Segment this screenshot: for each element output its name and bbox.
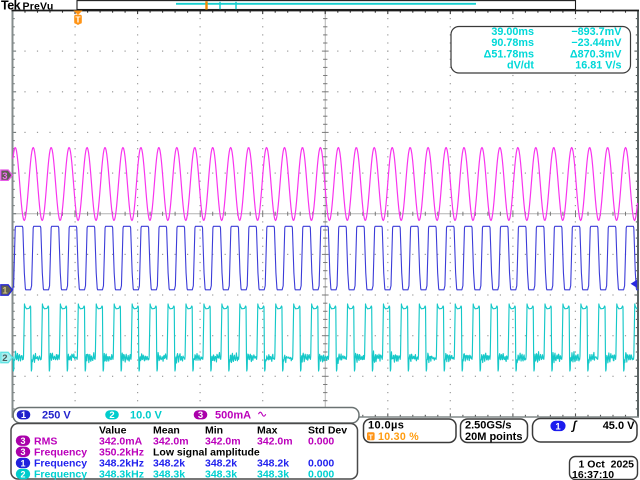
svg-text:3: 3 [20,436,25,446]
svg-text:39.00ms: 39.00ms [491,26,534,38]
svg-text:3: 3 [20,447,25,457]
svg-text:0.000: 0.000 [308,435,334,447]
svg-text:45.0 V: 45.0 V [603,420,635,432]
svg-text:1: 1 [2,286,8,297]
svg-text:16.81 V/s: 16.81 V/s [575,60,621,72]
svg-text:1: 1 [20,458,25,468]
svg-text:Δ870.3mV: Δ870.3mV [570,48,622,60]
svg-text:348.3kHz: 348.3kHz [99,469,144,480]
svg-text:T: T [75,15,81,25]
svg-text:3: 3 [2,171,7,182]
svg-text:Tek: Tek [1,0,21,13]
svg-text:2.50GS/s: 2.50GS/s [465,420,511,432]
svg-text:10.0µs: 10.0µs [368,420,404,432]
svg-text:0.000: 0.000 [308,469,334,480]
svg-text:2: 2 [2,353,7,364]
svg-text:2: 2 [109,410,114,421]
svg-text:250 V: 250 V [42,410,71,422]
svg-text:10.0 V: 10.0 V [130,410,162,422]
svg-text:10.30 %: 10.30 % [378,431,419,443]
svg-text:3: 3 [198,410,203,421]
svg-text:PreVu: PreVu [23,1,54,13]
svg-text:dV/dt: dV/dt [507,60,534,72]
svg-text:500mA: 500mA [215,410,251,422]
svg-text:348.3k: 348.3k [257,469,289,480]
svg-text:342.0m: 342.0m [257,435,293,447]
svg-text:Frequency: Frequency [34,469,87,480]
svg-text:1: 1 [21,410,27,421]
svg-text:90.78ms: 90.78ms [491,37,534,49]
svg-text:Δ51.78ms: Δ51.78ms [484,48,534,60]
svg-text:348.3k: 348.3k [153,469,185,480]
svg-text:20M points: 20M points [465,431,522,443]
svg-text:−893.7mV: −893.7mV [571,26,622,38]
svg-text:348.3k: 348.3k [205,469,237,480]
svg-text:2: 2 [20,469,25,479]
svg-text:T: T [369,432,374,441]
svg-text:1: 1 [555,421,561,432]
svg-text:16:37:10: 16:37:10 [572,469,614,480]
svg-text:−23.44mV: −23.44mV [571,37,622,49]
